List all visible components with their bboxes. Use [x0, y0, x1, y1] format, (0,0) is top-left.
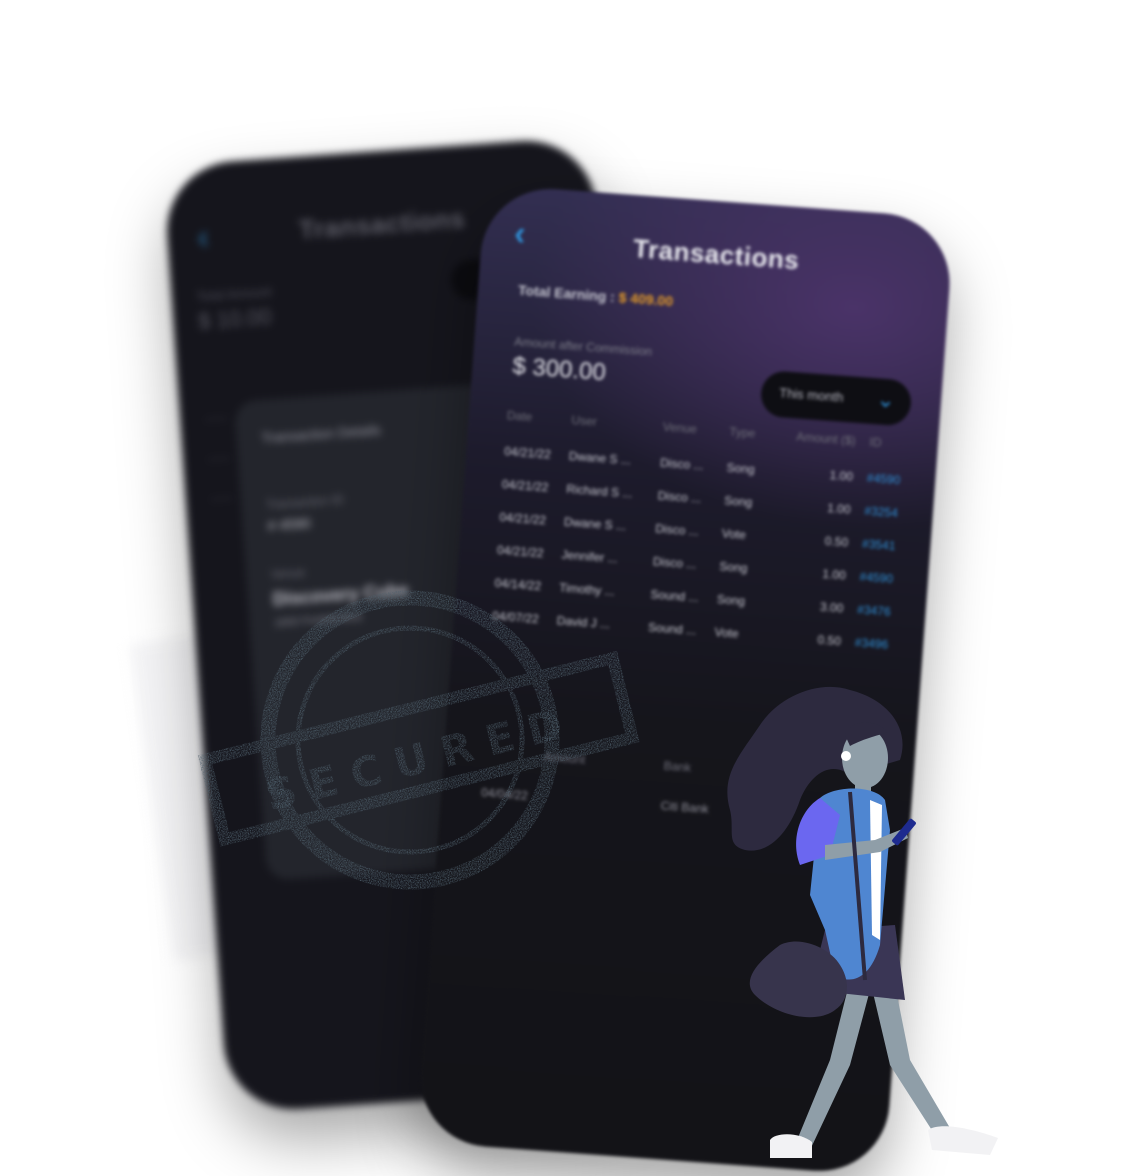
cell-venue: Disco ...: [652, 554, 697, 572]
list-item: ——: [210, 492, 234, 506]
cell-type: Vote: [721, 526, 747, 543]
list-item: ——: [204, 412, 228, 426]
chevron-down-icon: ⌄: [875, 386, 896, 413]
secured-stamp: SECURED: [197, 590, 640, 890]
payout-bank-label: Bank: [663, 758, 692, 775]
cell-venue: Disco ...: [659, 455, 704, 473]
cell-type: Song: [718, 559, 748, 576]
cell-id-link[interactable]: #3496: [853, 635, 902, 671]
cell-id-link[interactable]: #4590: [865, 471, 914, 507]
transaction-id-label: Transaction ID: [265, 492, 345, 512]
cell-date: 04/21/22: [503, 444, 552, 462]
cell-amount: 0.50: [817, 632, 842, 649]
column-header[interactable]: Date: [505, 408, 572, 449]
period-dropdown[interactable]: This month ⌄: [759, 369, 913, 427]
cell-date: 04/21/22: [496, 542, 545, 561]
cell-type: Song: [726, 460, 756, 477]
period-dropdown-value: This month: [778, 385, 844, 405]
page-title: Transactions: [632, 233, 801, 276]
cell-type: Song: [716, 592, 746, 609]
commission-amount: $ 300.00: [511, 352, 607, 387]
cell-venue: Disco ...: [654, 521, 700, 539]
total-earning: Total Earning : $ 409.00: [518, 282, 674, 309]
total-amount-label: Total Amount: [196, 283, 273, 305]
cell-venue: Sound ...: [650, 587, 700, 605]
total-earning-value: $ 409.00: [618, 289, 674, 310]
transaction-id-value: # 4590: [267, 514, 312, 534]
column-header[interactable]: Venue: [661, 420, 730, 461]
cell-date: 04/21/22: [498, 509, 547, 528]
cell-id-link[interactable]: #3541: [860, 537, 909, 573]
cell-type: Vote: [714, 625, 740, 641]
total-amount-value: $ 10.00: [197, 303, 273, 334]
cell-id-link[interactable]: #4590: [858, 570, 907, 606]
cell-type: Song: [723, 493, 753, 510]
cell-venue: Disco ...: [657, 488, 702, 506]
venue-label: Venue: [270, 565, 306, 582]
cell-venue: Sound ...: [647, 620, 697, 638]
column-header[interactable]: Type: [727, 425, 768, 464]
column-header[interactable]: ID: [867, 435, 916, 474]
details-title: Transaction Details: [261, 421, 382, 446]
woman-with-phone-illustration: [727, 686, 998, 1158]
cell-id-link[interactable]: #3254: [863, 504, 912, 540]
cell-date: 04/21/22: [501, 477, 549, 495]
cell-id-link[interactable]: #3476: [855, 602, 904, 638]
total-earning-label: Total Earning :: [517, 281, 620, 306]
list-item: ——: [207, 452, 231, 466]
